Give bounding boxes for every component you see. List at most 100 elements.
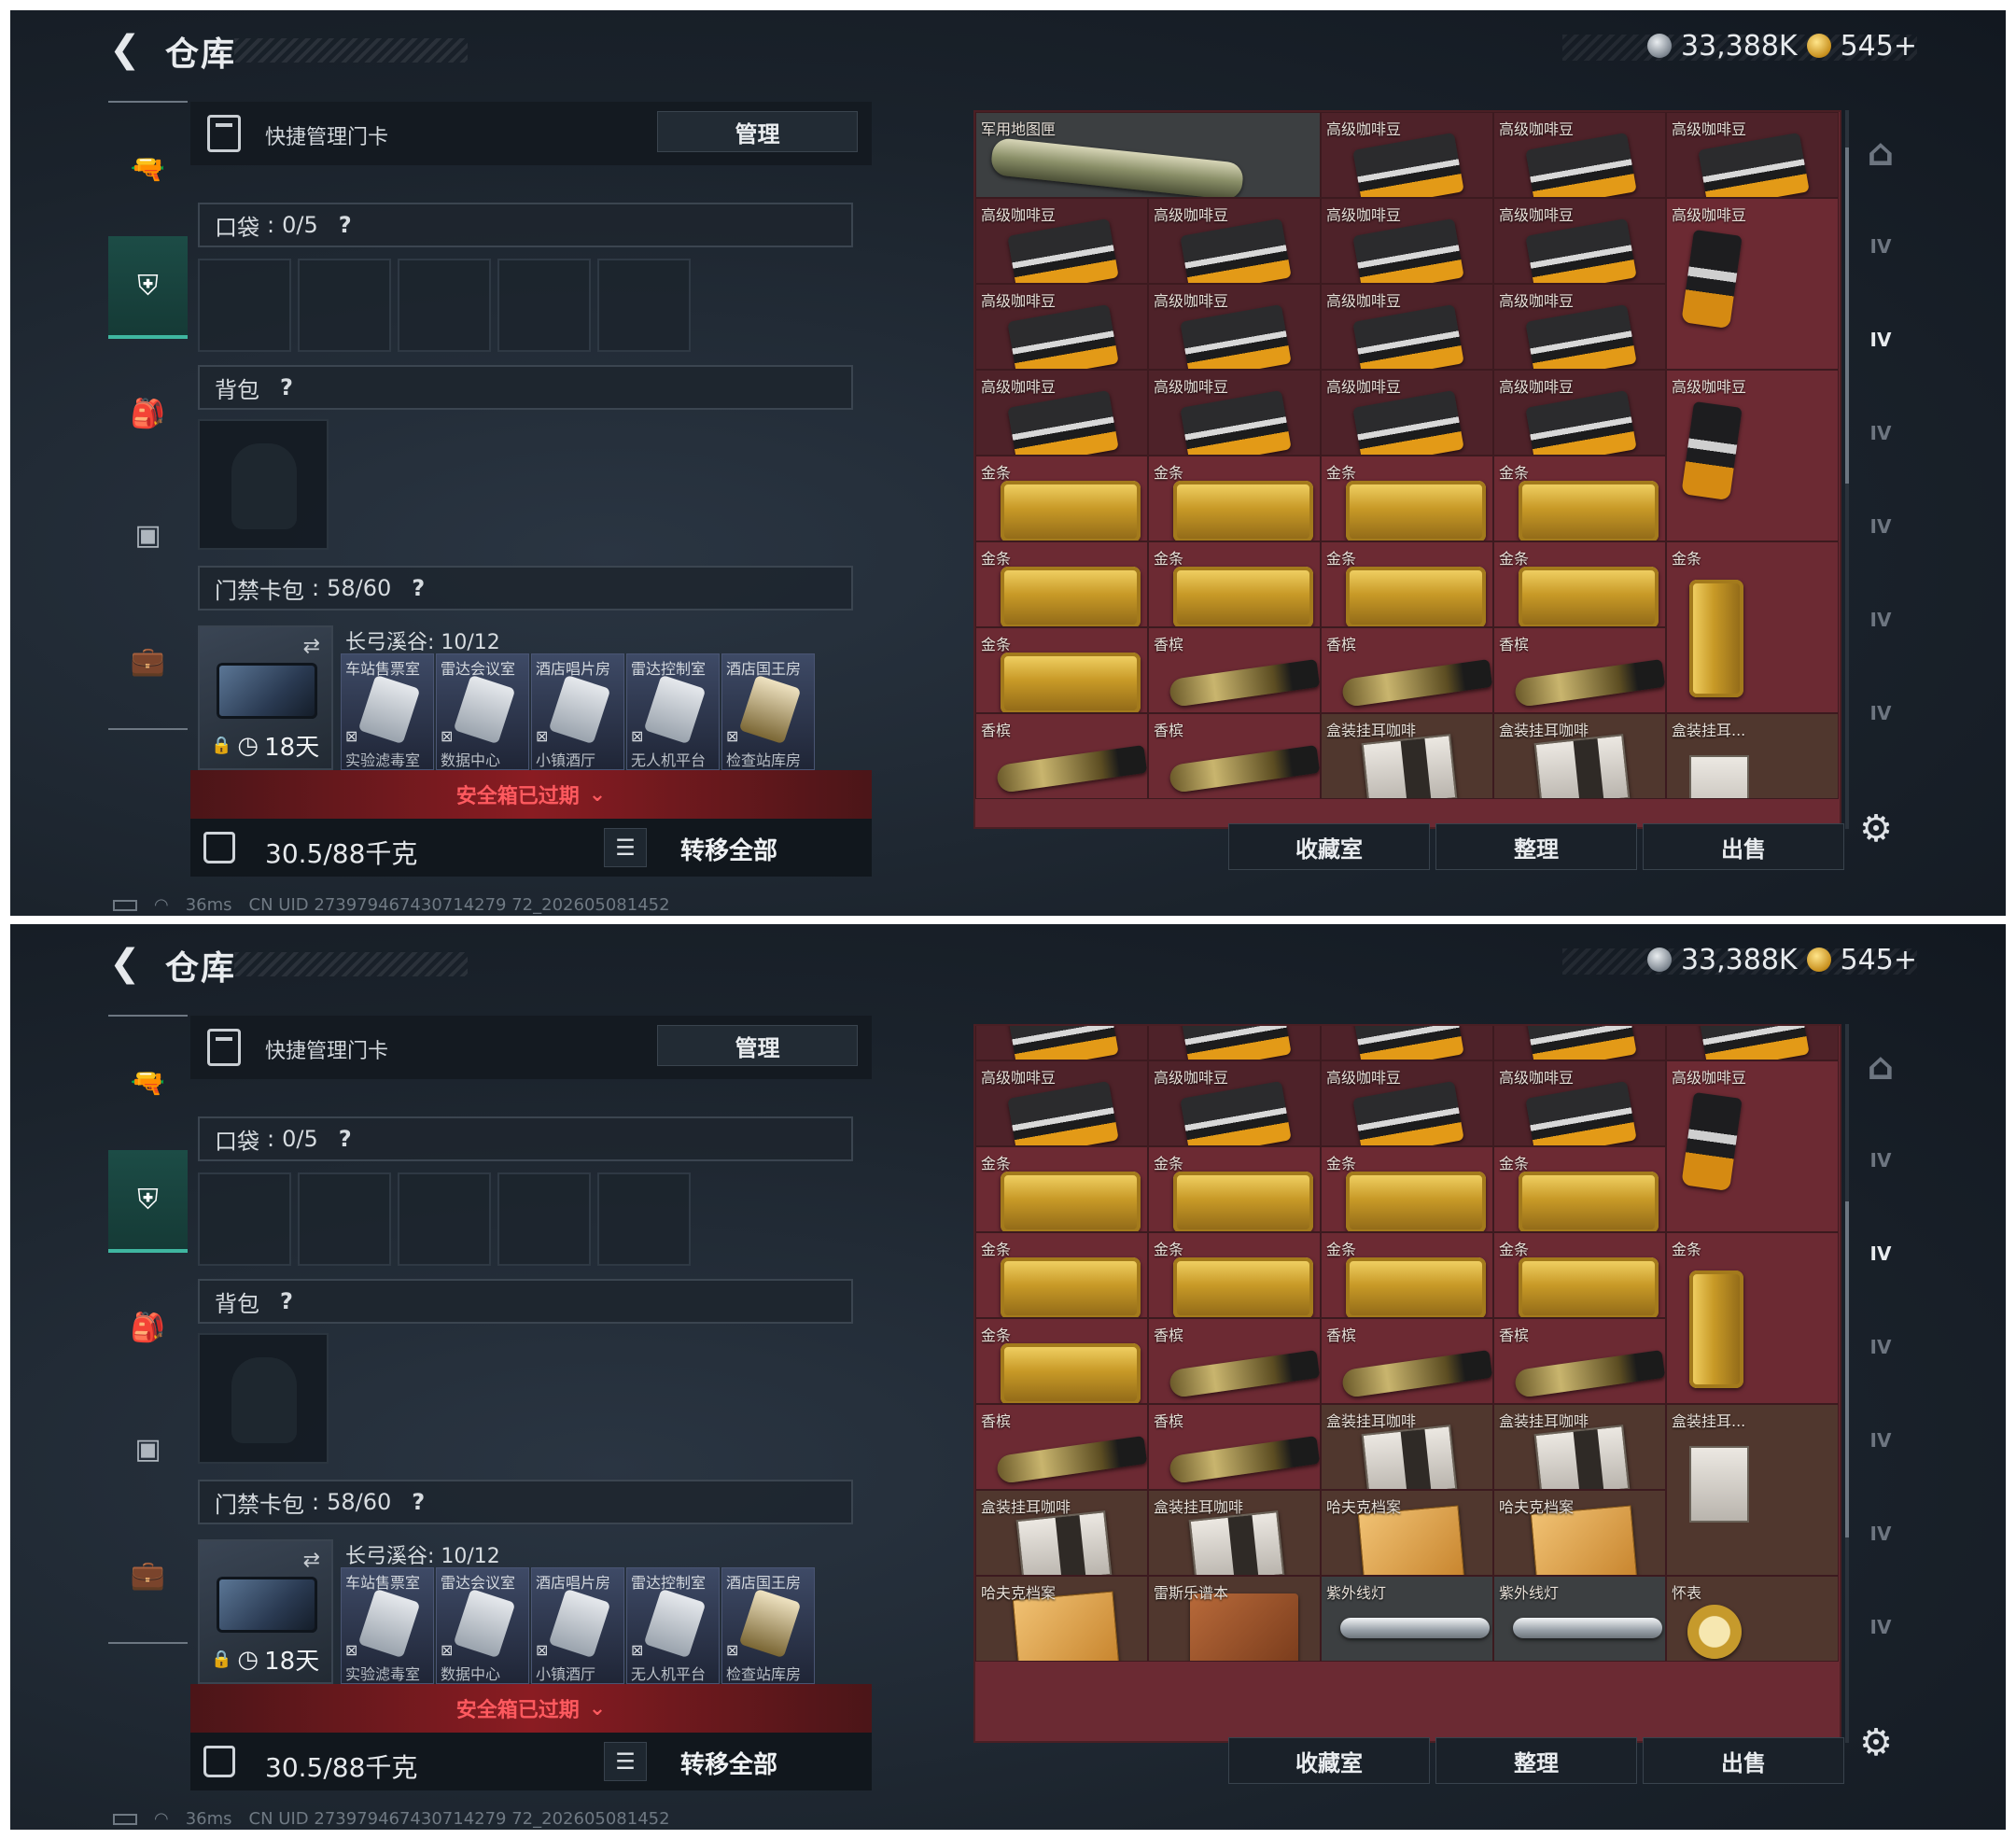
stash-item[interactable]: 金条 xyxy=(1148,1231,1321,1318)
stash-item[interactable]: 香槟 xyxy=(1148,1317,1321,1404)
stash-item[interactable]: 金条 xyxy=(1321,1145,1493,1232)
sell-button[interactable]: 出售 xyxy=(1643,823,1844,870)
keycard-item[interactable]: 雷达会议室 ⊠ 数据中心 xyxy=(436,1567,529,1684)
keycard-case[interactable]: ⇄ 🔒 ◷ 18天 xyxy=(198,625,333,770)
pocket-slot[interactable] xyxy=(198,259,291,352)
stash-tab-iv[interactable]: IV xyxy=(1855,1412,1907,1468)
stash-tab-iv[interactable]: IV xyxy=(1855,1319,1907,1375)
stash-item[interactable]: 紫外线灯 xyxy=(1493,1575,1666,1662)
stash-item[interactable]: 香槟 xyxy=(1148,627,1321,713)
stash-item[interactable]: 高级咖啡豆 xyxy=(1148,284,1321,370)
stash-item[interactable]: 金条 xyxy=(1493,1231,1666,1318)
stash-tab-iv[interactable]: IV xyxy=(1855,498,1907,555)
backpack-slot[interactable] xyxy=(198,419,329,550)
pocket-slot[interactable] xyxy=(398,259,491,352)
sidebar-item-backpack[interactable]: 🎒 xyxy=(108,1276,188,1379)
sidebar-item-armor[interactable]: ⛨ xyxy=(108,1150,188,1253)
stash-item[interactable]: 高级咖啡豆 xyxy=(1148,370,1321,456)
stash-item[interactable]: 高级咖啡豆 xyxy=(975,1060,1148,1146)
pocket-slot[interactable] xyxy=(398,1172,491,1266)
backpack-slot[interactable] xyxy=(198,1333,329,1464)
pocket-slot[interactable] xyxy=(497,259,591,352)
stash-item[interactable]: 高级咖啡豆 xyxy=(975,284,1148,370)
stash-item[interactable]: 金条 xyxy=(975,456,1148,541)
stash-item[interactable]: 金条 xyxy=(1493,1145,1666,1232)
stash-item[interactable]: 紫外线灯 xyxy=(1321,1575,1493,1662)
stash-item[interactable]: 金条 xyxy=(1493,541,1666,627)
pocket-slot[interactable] xyxy=(298,259,391,352)
stash-item[interactable]: 金条 xyxy=(1493,456,1666,541)
stash-item[interactable]: 香槟 xyxy=(1493,1317,1666,1404)
pocket-slot[interactable] xyxy=(597,259,691,352)
stash-item[interactable]: 高级咖啡豆 xyxy=(1321,284,1493,370)
swap-icon[interactable]: ⇄ xyxy=(303,635,320,658)
stash-item[interactable] xyxy=(1666,1026,1839,1060)
stash-item[interactable]: 怀表 xyxy=(1666,1575,1839,1662)
help-icon[interactable]: ? xyxy=(280,1288,293,1314)
stash-item[interactable] xyxy=(975,1026,1148,1060)
stash-tab-iv[interactable]: IV xyxy=(1855,405,1907,461)
stash-item[interactable]: 香槟 xyxy=(975,713,1148,799)
sell-button[interactable]: 出售 xyxy=(1643,1737,1844,1784)
stash-item[interactable]: 金条 xyxy=(975,1231,1148,1318)
stash-item[interactable] xyxy=(1493,1026,1666,1060)
sidebar-item-keycard-case[interactable]: ▣ xyxy=(108,1397,188,1500)
pocket-slot[interactable] xyxy=(298,1172,391,1266)
gold-amount[interactable]: 545+ xyxy=(1841,944,1917,976)
stash-item[interactable]: 金条 xyxy=(975,627,1148,713)
manage-button[interactable]: 管理 xyxy=(657,1025,858,1066)
stash-item[interactable]: 金条 xyxy=(1148,1145,1321,1232)
stash-item[interactable]: 军用地图匣 xyxy=(975,112,1321,198)
transfer-all-button[interactable]: 转移全部 xyxy=(680,832,777,866)
stash-item[interactable]: 高级咖啡豆 xyxy=(1666,198,1839,370)
stash-tab-iv[interactable]: IV xyxy=(1855,218,1907,274)
stash-item[interactable]: 盒装挂耳咖啡 xyxy=(975,1489,1148,1576)
help-icon[interactable]: ? xyxy=(412,1489,425,1515)
transfer-all-button[interactable]: 转移全部 xyxy=(680,1746,777,1780)
sort-button[interactable]: 整理 xyxy=(1435,1737,1637,1784)
pocket-slot[interactable] xyxy=(597,1172,691,1266)
stash-item[interactable]: 金条 xyxy=(1666,1231,1839,1404)
stash-item[interactable]: 香槟 xyxy=(975,1403,1148,1490)
stash-item[interactable]: 哈夫克档案 xyxy=(1321,1489,1493,1576)
safebox-expired-banner[interactable]: 安全箱已过期 ⌄ xyxy=(190,1684,872,1733)
keycard-item[interactable]: 雷达控制室 ⊠ 无人机平台 xyxy=(626,653,720,770)
stash-item[interactable]: 香槟 xyxy=(1321,1317,1493,1404)
sidebar-item-gun[interactable]: 🔫 xyxy=(108,1032,188,1134)
stash-item[interactable]: 高级咖啡豆 xyxy=(975,198,1148,284)
stash-item[interactable]: 盒装挂耳咖啡 xyxy=(1493,713,1666,799)
stash-item[interactable]: 哈夫克档案 xyxy=(975,1575,1148,1662)
help-icon[interactable]: ? xyxy=(280,374,293,400)
keycard-item[interactable]: 酒店国王房 ⊠ 检查站库房 xyxy=(721,1567,815,1684)
settings-gear-icon[interactable]: ⚙ xyxy=(1855,1721,1897,1764)
sidebar-item-backpack[interactable]: 🎒 xyxy=(108,362,188,465)
stash-item[interactable]: 香槟 xyxy=(1148,1403,1321,1490)
stash-tab-iv[interactable]: IV xyxy=(1855,312,1907,368)
stash-item[interactable]: 高级咖啡豆 xyxy=(1321,198,1493,284)
stash-item[interactable]: 盒装挂耳咖啡 xyxy=(1493,1403,1666,1490)
sidebar-item-toolbox[interactable]: 💼 xyxy=(108,610,188,712)
stash-item[interactable]: 高级咖啡豆 xyxy=(1321,1060,1493,1146)
list-button[interactable]: ☰ xyxy=(604,828,647,867)
stash-item[interactable]: 金条 xyxy=(975,541,1148,627)
stash-item[interactable]: 高级咖啡豆 xyxy=(1493,1060,1666,1146)
stash-item[interactable]: 高级咖啡豆 xyxy=(1321,112,1493,198)
keycard-item[interactable]: 雷达控制室 ⊠ 无人机平台 xyxy=(626,1567,720,1684)
help-icon[interactable]: ? xyxy=(412,575,425,601)
sidebar-item-toolbox[interactable]: 💼 xyxy=(108,1523,188,1626)
swap-icon[interactable]: ⇄ xyxy=(303,1549,320,1572)
stash-item[interactable]: 哈夫克档案 xyxy=(1493,1489,1666,1576)
manage-button[interactable]: 管理 xyxy=(657,111,858,152)
collection-room-button[interactable]: 收藏室 xyxy=(1228,823,1430,870)
stash-item[interactable]: 香槟 xyxy=(1148,713,1321,799)
stash-item[interactable]: 金条 xyxy=(1666,541,1839,713)
vault-icon[interactable]: ⌂ xyxy=(1855,1039,1907,1095)
stash-item[interactable]: 雷斯乐谱本 xyxy=(1148,1575,1321,1662)
gold-amount[interactable]: 545+ xyxy=(1841,30,1917,63)
settings-gear-icon[interactable]: ⚙ xyxy=(1855,807,1897,850)
stash-item[interactable]: 高级咖啡豆 xyxy=(1321,370,1493,456)
stash-item[interactable]: 金条 xyxy=(1148,541,1321,627)
pocket-slot[interactable] xyxy=(198,1172,291,1266)
stash-item[interactable]: 高级咖啡豆 xyxy=(1148,198,1321,284)
stash-tab-iv[interactable]: IV xyxy=(1855,1506,1907,1562)
